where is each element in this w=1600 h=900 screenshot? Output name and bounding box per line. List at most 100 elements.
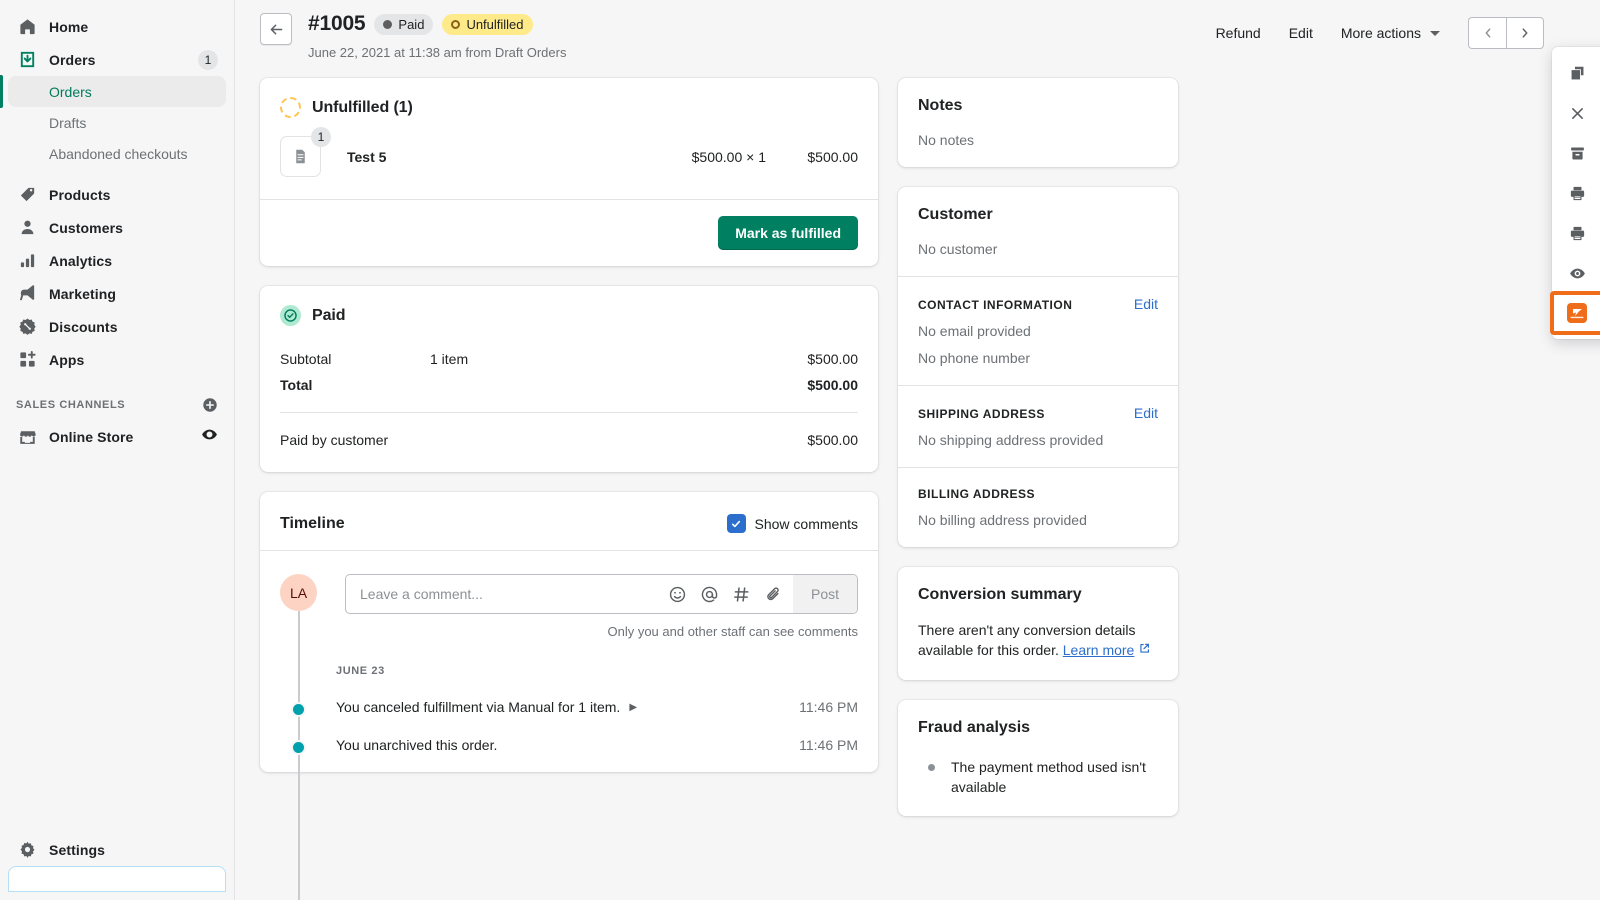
contact-phone-value: No phone number [918,350,1158,366]
menu-item-send-with-lalamove[interactable]: Send with Lalamove [1552,293,1600,333]
paid-status-icon [280,305,301,326]
status-badge-unfulfilled: Unfulfilled [442,14,532,35]
timeline-event: You unarchived this order. 11:46 PM [280,737,858,753]
sidebar-item-discounts[interactable]: Discounts [8,310,226,343]
sidebar-item-customers[interactable]: Customers [8,211,226,244]
comment-input-wrapper[interactable]: Leave a comment... [345,574,858,614]
sidebar-item-label: Customers [49,220,123,236]
payment-row: Total $500.00 [280,372,858,398]
mark-as-fulfilled-button[interactable]: Mark as fulfilled [718,216,858,250]
previous-order-button[interactable] [1468,17,1506,49]
learn-more-link[interactable]: Learn more [1063,642,1135,658]
edit-contact-information-link[interactable]: Edit [1134,296,1158,312]
expand-event-arrow-icon[interactable]: ▶ [629,702,637,713]
menu-item-duplicate[interactable]: Duplicate [1552,53,1600,93]
payment-row-amount: $500.00 [807,377,858,393]
sidebar-item-analytics[interactable]: Analytics [8,244,226,277]
sidebar-item-label: Marketing [49,286,116,302]
conversion-summary-body: Conversion summary There aren't any conv… [898,567,1178,680]
more-actions-button[interactable]: More actions [1327,19,1454,47]
bottom-panel-strip[interactable] [8,866,226,892]
fulfillment-card-title: Unfulfilled (1) [312,99,413,117]
comment-input[interactable]: Leave a comment... [360,586,483,602]
fraud-analysis-title: Fraud analysis [918,719,1158,737]
hashtag-icon[interactable] [732,585,751,604]
sidebar-subitem-orders[interactable]: Orders [8,76,226,107]
notes-card-text: No notes [918,132,1158,148]
edit-button[interactable]: Edit [1275,19,1327,47]
back-button[interactable] [260,13,292,45]
paid-by-customer-label: Paid by customer [280,432,388,448]
refund-button[interactable]: Refund [1202,19,1275,47]
sidebar-item-orders[interactable]: Orders 1 [8,43,226,76]
shopify-admin-app: Home Orders 1 Orders Drafts Abandoned ch… [0,0,1600,900]
notes-card-title: Notes [918,97,1158,115]
divider [280,412,858,413]
sales-channels-label: SALES CHANNELS [16,399,125,411]
customer-card: Customer No customer CONTACT INFORMATION… [898,187,1178,547]
sidebar-item-marketing[interactable]: Marketing [8,277,226,310]
show-comments-label: Show comments [755,516,858,532]
conversion-summary-title: Conversion summary [918,586,1158,604]
lalamove-app-icon [1566,303,1588,323]
notes-card: Notes No notes [898,78,1178,167]
contact-information-section: CONTACT INFORMATION Edit No email provid… [898,277,1178,385]
sidebar-item-label: Analytics [49,253,112,269]
sidebar-item-label: Products [49,187,110,203]
sidebar-item-settings[interactable]: Settings [8,833,226,866]
eye-icon [1566,265,1588,282]
sidebar-item-apps[interactable]: Apps [8,343,226,376]
notes-card-body: Notes No notes [898,78,1178,167]
sidebar-item-online-store[interactable]: Online Store [8,420,226,453]
menu-item-archive[interactable]: Archive [1552,133,1600,173]
main-content: #1005 Paid Unfulfilled June 22, 2021 at … [235,0,1600,900]
more-actions-dropdown: Duplicate Cancel order Archive Print ord… [1552,47,1600,339]
fraud-analysis-item: The payment method used isn't available [918,757,1158,798]
mention-at-icon[interactable] [700,585,719,604]
ring-dot-icon [451,20,460,29]
paid-by-customer-amount: $500.00 [807,432,858,448]
paid-card-body: Paid Subtotal 1 item $500.00 Total [260,286,878,472]
attachment-paperclip-icon[interactable] [764,585,783,604]
dot-icon [383,20,392,29]
next-order-button[interactable] [1506,17,1544,49]
sidebar-nav-bottom: Settings [0,833,234,900]
analytics-bars-icon [16,251,38,271]
show-comments-toggle[interactable]: Show comments [727,514,858,533]
emoji-smiley-icon[interactable] [668,585,687,604]
timeline-events: JUNE 23 You canceled fulfillment via Man… [280,655,858,753]
sidebar-nav-top: Home Orders 1 Orders Drafts Abandoned ch… [0,0,234,453]
menu-item-print-order-page[interactable]: Print order page [1552,173,1600,213]
divider [260,550,878,551]
content-columns: Unfulfilled (1) 1 Test 5 $500.00 × 1 $50… [235,60,1600,836]
sidebar-item-home[interactable]: Home [8,10,226,43]
nav-divider [0,169,234,178]
external-link-icon [1138,642,1151,658]
sidebar-item-label: Apps [49,352,84,368]
menu-item-print-packing-slips[interactable]: Print packing slips [1552,213,1600,253]
order-meta: June 22, 2021 at 11:38 am from Draft Ord… [308,45,566,60]
section-heading: SHIPPING ADDRESS [918,407,1045,421]
sidebar-item-label: Settings [49,842,105,858]
menu-item-view-order-status-page[interactable]: View order status page [1552,253,1600,293]
product-thumbnail[interactable]: 1 [280,136,321,177]
unfulfilled-status-icon [280,97,301,118]
status-badge-paid: Paid [374,14,433,35]
sidebar-subitem-drafts[interactable]: Drafts [8,107,226,138]
menu-item-cancel-order[interactable]: Cancel order [1552,93,1600,133]
add-sales-channel-icon[interactable] [202,397,218,413]
edit-shipping-address-link[interactable]: Edit [1134,405,1158,421]
sidebar-subitem-abandoned-checkouts[interactable]: Abandoned checkouts [8,138,226,169]
sidebar-item-products[interactable]: Products [8,178,226,211]
timeline-title: Timeline [280,515,345,533]
paid-card-title: Paid [312,307,345,325]
comment-privacy-note: Only you and other staff can see comment… [280,624,858,639]
post-comment-button[interactable]: Post [793,575,857,613]
timeline-event-text: You unarchived this order. [336,737,497,753]
sidebar-item-label: Online Store [49,429,133,445]
line-item-name[interactable]: Test 5 [347,149,386,165]
payment-row-detail: 1 item [430,351,807,367]
status-badge-label: Unfulfilled [466,17,523,32]
preview-store-eye-icon[interactable] [201,426,218,448]
sidebar-item-label: Discounts [49,319,118,335]
